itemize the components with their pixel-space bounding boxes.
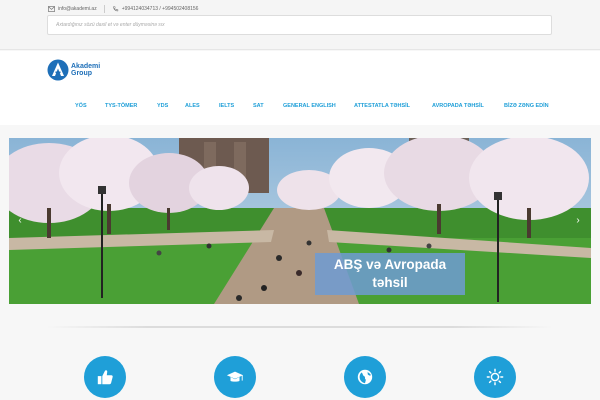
search-input[interactable] [47,15,552,35]
feature-thumbs-up[interactable] [84,356,126,398]
nav-item-ielts[interactable]: IELTS [219,103,234,109]
nav-item-yds[interactable]: YDS [157,103,168,109]
top-bar: info@akademi.az +994124034713 / +9945024… [0,0,600,50]
nav-item-ales[interactable]: ALES [185,103,200,109]
caption-line-2: təhsil [372,275,408,290]
brand-line-1: Akademi [71,63,101,70]
thumbs-up-icon [97,370,113,385]
nav-item-yos[interactable]: YÖS [75,103,87,109]
feature-globe[interactable] [344,356,386,398]
slide-caption: ABŞ və Avropada təhsil [315,253,465,295]
nav-item-sat[interactable]: SAT [253,103,264,109]
nav-item-attestatla-tehsil[interactable]: ATTESTATLA TƏHSİL [354,103,410,109]
caption-line-1: ABŞ və Avropada [333,257,447,272]
hero-image [9,138,591,304]
phone-icon [113,6,118,12]
site-header: Akademi Group YÖS TYS-TÖMER YDS ALES IEL… [0,51,600,125]
email-link[interactable]: info@akademi.az [58,6,97,12]
nav-item-avropada-tehsil[interactable]: AVROPADA TƏHSİL [432,103,484,109]
contact-info: info@akademi.az +994124034713 / +9945024… [48,4,198,14]
section-divider [47,326,553,328]
hero-slider[interactable]: ‹ › ABŞ və Avropada təhsil [9,138,591,304]
nav-item-general-english[interactable]: GENERAL ENGLISH [283,103,336,109]
chevron-right-icon: › [576,215,580,226]
nav-item-bize-zeng-edin[interactable]: BİZƏ ZƏNG EDİN [504,103,549,109]
contact-divider [103,5,105,13]
logo-emblem-icon [47,59,69,81]
brand-name: Akademi Group [71,63,100,77]
slider-prev-button[interactable]: ‹ [15,214,25,228]
graduation-cap-icon [226,371,244,382]
chevron-left-icon: ‹ [18,215,22,226]
phone-numbers[interactable]: +994124034713 / +994502408156 [122,6,199,12]
nav-item-tys-tomer[interactable]: TYS-TÖMER [105,103,137,109]
feature-graduation[interactable] [214,356,256,398]
globe-icon [357,369,373,385]
sun-icon [486,368,504,386]
slider-next-button[interactable]: › [573,214,583,228]
brand-logo[interactable]: Akademi Group [47,59,100,81]
brand-line-2: Group [71,70,92,77]
envelope-icon [48,6,55,12]
feature-sun[interactable] [474,356,516,398]
